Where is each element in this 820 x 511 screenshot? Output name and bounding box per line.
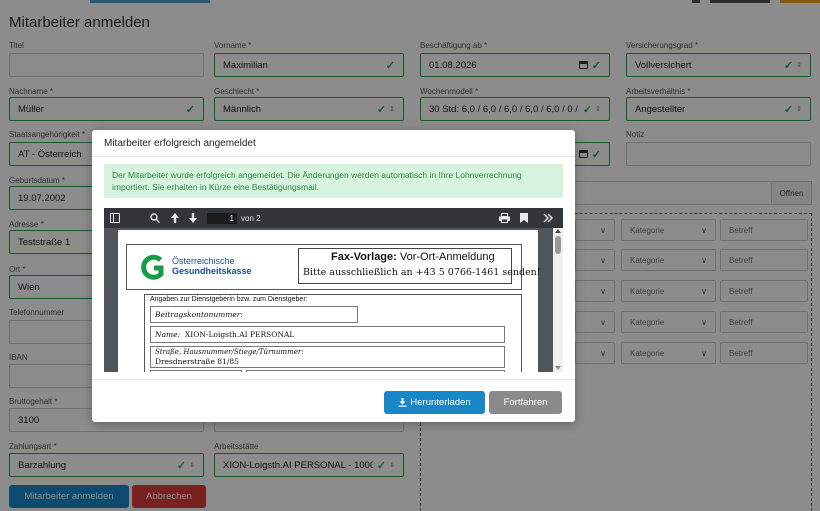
ogk-logo-icon bbox=[141, 254, 164, 280]
print-icon[interactable] bbox=[499, 213, 510, 223]
name-label: Name: bbox=[155, 330, 181, 339]
ogk-name-line1: Österreichische bbox=[172, 256, 235, 266]
download-icon bbox=[398, 398, 407, 407]
download-button[interactable]: Herunterladen bbox=[384, 391, 485, 414]
fax-note: Bitte ausschließlich an +43 5 0766-1461 … bbox=[303, 267, 541, 278]
pdf-toolbar: 1 von 2 bbox=[104, 208, 563, 228]
arrow-up-icon[interactable] bbox=[170, 213, 180, 223]
ogk-name-line2: Gesundheitskasse bbox=[172, 266, 252, 276]
scroll-down-icon[interactable] bbox=[555, 366, 561, 370]
pdf-viewer[interactable]: 1 von 2 Österreichische Gesundheitskasse… bbox=[104, 208, 563, 372]
fax-title-bold: Fax-Vorlage: bbox=[331, 251, 397, 263]
success-alert: Der Mitarbeiter wurde erfolgreich angeme… bbox=[104, 164, 563, 198]
modal-title: Mitarbeiter erfolgreich angemeldet bbox=[104, 138, 256, 149]
pdf-scrollbar[interactable] bbox=[553, 228, 563, 372]
strasse-value: Dresdnerstraße 81/85 bbox=[155, 357, 239, 366]
modal-divider bbox=[92, 156, 575, 157]
employer-section-header: Angaben zur Dienstgeberin bzw. zum Diens… bbox=[150, 296, 308, 303]
strasse-label: Straße, Hausnummer/Stiege/Türnummer: bbox=[155, 348, 304, 356]
bookmark-icon[interactable] bbox=[520, 213, 528, 223]
arrow-down-icon[interactable] bbox=[188, 213, 198, 223]
success-modal: Mitarbeiter erfolgreich angemeldet Der M… bbox=[92, 130, 575, 422]
search-icon[interactable] bbox=[150, 213, 160, 223]
page-total: von 2 bbox=[241, 214, 261, 223]
fax-title-rest: Vor-Ort-Anmeldung bbox=[399, 251, 495, 263]
pdf-page: Österreichische Gesundheitskasse Fax-Vor… bbox=[118, 230, 541, 372]
page-number-input[interactable]: 1 bbox=[207, 213, 237, 224]
fax-title: Fax-Vorlage: Vor-Ort-Anmeldung bbox=[331, 251, 495, 263]
name-field: Name: XION-Loigsth.AI PERSONAL bbox=[155, 330, 294, 339]
beitrag-label: Beitragskontonummer: bbox=[155, 310, 243, 319]
ort-box bbox=[246, 370, 505, 372]
plz-box bbox=[150, 370, 242, 372]
sidebar-toggle-icon[interactable] bbox=[110, 213, 120, 223]
scroll-thumb[interactable] bbox=[555, 236, 561, 254]
scroll-up-icon[interactable] bbox=[555, 229, 561, 233]
download-label: Herunterladen bbox=[410, 397, 471, 408]
more-tools-icon[interactable] bbox=[543, 213, 553, 223]
continue-button[interactable]: Fortfahren bbox=[489, 391, 562, 414]
modal-footer-divider bbox=[92, 379, 575, 380]
name-value: XION-Loigsth.AI PERSONAL bbox=[184, 330, 295, 339]
